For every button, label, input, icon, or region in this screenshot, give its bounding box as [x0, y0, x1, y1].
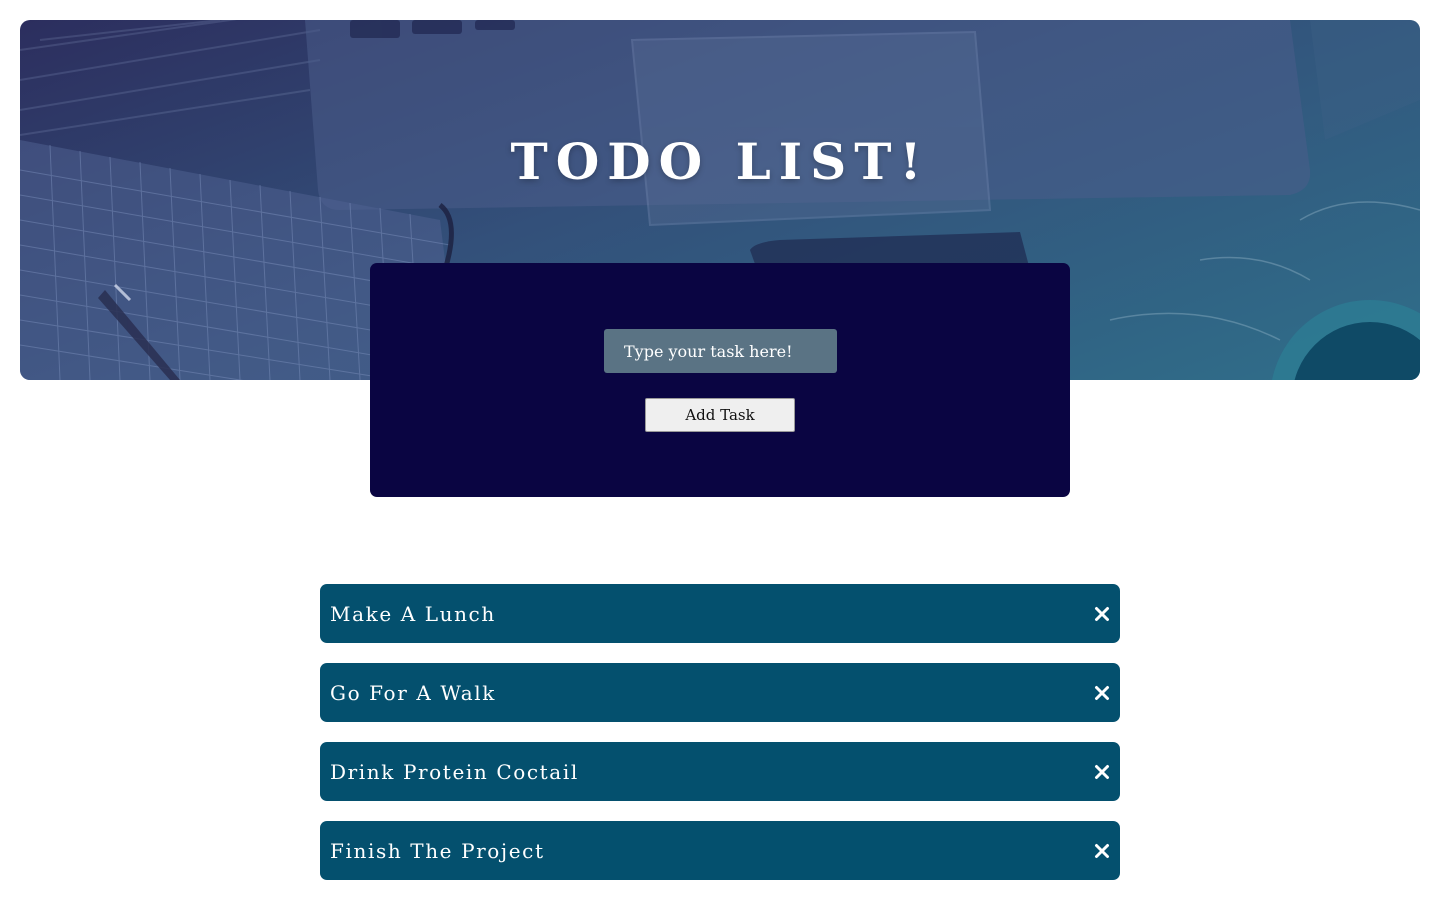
task-item[interactable]: Make A Lunch: [320, 584, 1120, 643]
task-input[interactable]: [604, 329, 837, 373]
close-icon[interactable]: [1094, 843, 1110, 859]
add-task-button[interactable]: Add Task: [645, 398, 795, 432]
close-icon[interactable]: [1094, 764, 1110, 780]
page-title: TODO LIST!: [510, 132, 930, 191]
close-icon[interactable]: [1094, 606, 1110, 622]
task-label: Drink Protein Coctail: [330, 759, 579, 784]
add-task-card: Add Task: [370, 263, 1070, 497]
task-label: Finish The Project: [330, 838, 545, 863]
task-item[interactable]: Go For A Walk: [320, 663, 1120, 722]
todo-page: TODO LIST! Add Task Make A Lunch Go For …: [0, 0, 1440, 900]
task-item[interactable]: Drink Protein Coctail: [320, 742, 1120, 801]
close-icon[interactable]: [1094, 685, 1110, 701]
task-label: Make A Lunch: [330, 601, 496, 626]
task-list: Make A Lunch Go For A Walk Drink Protein…: [320, 584, 1120, 900]
task-item[interactable]: Finish The Project: [320, 821, 1120, 880]
task-label: Go For A Walk: [330, 680, 496, 705]
